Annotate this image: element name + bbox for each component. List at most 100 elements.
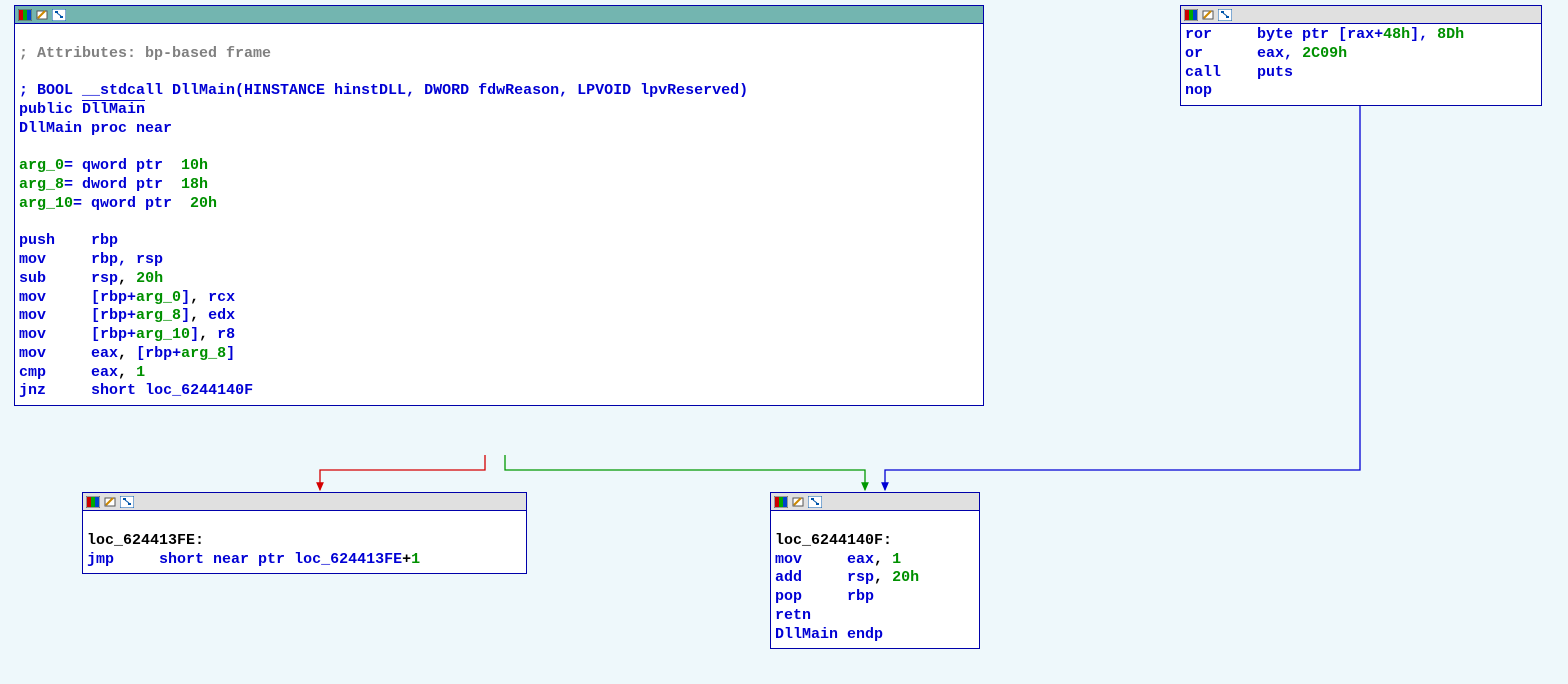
arg10-name: arg_10 xyxy=(19,195,73,212)
arg0-off: 10h xyxy=(181,157,208,174)
block-content[interactable]: ; Attributes: bp-based frame ; BOOL __st… xyxy=(15,24,983,405)
graph-icon xyxy=(808,496,822,508)
op-eax: eax xyxy=(91,345,118,362)
ref-arg0: arg_0 xyxy=(136,289,181,306)
edit-icon xyxy=(1201,9,1215,21)
color-icon xyxy=(18,9,32,21)
ins-mov: mov xyxy=(19,251,46,268)
arg8-name: arg_8 xyxy=(19,176,64,193)
edge-true xyxy=(505,455,865,490)
ins-mov2: mov xyxy=(19,289,46,306)
edit-icon xyxy=(103,496,117,508)
ins-cmp: cmp xyxy=(19,364,46,381)
kw-proc-near: proc near xyxy=(91,120,172,137)
imm-2c09h: 2C09h xyxy=(1302,45,1347,62)
arg10-off: 20h xyxy=(190,195,217,212)
edge-false xyxy=(320,455,485,490)
op-eax: eax xyxy=(847,551,874,568)
ref-arg8: arg_8 xyxy=(136,307,181,324)
op-edx: edx xyxy=(208,307,235,324)
op-rsp: rsp xyxy=(91,270,118,287)
label-loc: loc_6244140F xyxy=(775,532,883,549)
ins-mov5: mov xyxy=(19,345,46,362)
op-r8: r8 xyxy=(217,326,235,343)
block-loc-6244140f[interactable]: loc_6244140F: mov eax, 1 add rsp, 20h po… xyxy=(770,492,980,649)
imm-20h: 20h xyxy=(892,569,919,586)
op-eax2: eax xyxy=(91,364,118,381)
block-content[interactable]: ror byte ptr [rax+48h], 8Dh or eax, 2C09… xyxy=(1181,24,1541,105)
sym-endp: DllMain xyxy=(775,626,838,643)
op-rbp: rbp xyxy=(847,588,874,605)
arg0-name: arg_0 xyxy=(19,157,64,174)
br-r: ], xyxy=(1410,26,1428,43)
label-loc: loc_624413FE xyxy=(87,532,195,549)
ins-call: call xyxy=(1185,64,1221,81)
ins-mov4: mov xyxy=(19,326,46,343)
block-main[interactable]: ; Attributes: bp-based frame ; BOOL __st… xyxy=(14,5,984,406)
ref-loc140f: loc_6244140F xyxy=(145,382,253,399)
block-titlebar[interactable] xyxy=(771,493,979,511)
ins-push: push xyxy=(19,232,55,249)
br-r1: ] xyxy=(181,289,190,306)
arg0-eq: = qword ptr xyxy=(64,157,181,174)
comment-signature: ; BOOL __stdcall DllMain(HINSTANCE hinst… xyxy=(19,82,748,99)
op-rbp-rsp: rbp, rsp xyxy=(91,251,163,268)
ins-ror: ror xyxy=(1185,26,1212,43)
ins-sub: sub xyxy=(19,270,46,287)
off-48h: 48h xyxy=(1383,26,1410,43)
block-titlebar[interactable] xyxy=(1181,6,1541,24)
edit-icon xyxy=(791,496,805,508)
kw-byte-ptr: byte ptr xyxy=(1257,26,1329,43)
op-eax: eax, xyxy=(1257,45,1293,62)
label-colon: : xyxy=(883,532,892,549)
block-titlebar[interactable] xyxy=(15,6,983,24)
block-loc-624413fe[interactable]: loc_624413FE: jmp short near ptr loc_624… xyxy=(82,492,527,574)
imm-8dh: 8Dh xyxy=(1437,26,1464,43)
br-r4: ] xyxy=(226,345,235,362)
op-rbp: rbp xyxy=(91,232,118,249)
sym-dllmain: DllMain xyxy=(82,100,145,118)
ref-target: loc_624413FE xyxy=(294,551,402,568)
block-content[interactable]: loc_6244140F: mov eax, 1 add rsp, 20h po… xyxy=(771,511,979,648)
ins-jmp: jmp xyxy=(87,551,114,568)
color-icon xyxy=(86,496,100,508)
imm-1: 1 xyxy=(136,364,145,381)
block-right[interactable]: ror byte ptr [rax+48h], 8Dh or eax, 2C09… xyxy=(1180,5,1542,106)
ins-mov: mov xyxy=(775,551,802,568)
comment-attributes: ; Attributes: bp-based frame xyxy=(19,45,271,62)
kw-short-near: short near ptr xyxy=(159,551,285,568)
arg8-eq: = dword ptr xyxy=(64,176,181,193)
ref-arg8b: arg_8 xyxy=(181,345,226,362)
block-titlebar[interactable] xyxy=(83,493,526,511)
br-r3: ] xyxy=(190,326,199,343)
label-colon: : xyxy=(195,532,204,549)
ins-add: add xyxy=(775,569,802,586)
plus: + xyxy=(402,551,411,568)
arg8-off: 18h xyxy=(181,176,208,193)
graph-icon xyxy=(120,496,134,508)
imm-1: 1 xyxy=(411,551,420,568)
ins-pop: pop xyxy=(775,588,802,605)
br-l: [rax+ xyxy=(1338,26,1383,43)
ins-mov3: mov xyxy=(19,307,46,324)
color-icon xyxy=(1184,9,1198,21)
kw-public: public xyxy=(19,101,73,118)
ins-or: or xyxy=(1185,45,1203,62)
br-l3: [rbp+ xyxy=(91,326,136,343)
ref-arg10: arg_10 xyxy=(136,326,190,343)
br-l2: [rbp+ xyxy=(91,307,136,324)
sym-proc: DllMain xyxy=(19,120,82,137)
color-icon xyxy=(774,496,788,508)
br-l4: [rbp+ xyxy=(136,345,181,362)
edit-icon xyxy=(35,9,49,21)
kw-short: short xyxy=(91,382,136,399)
ins-nop: nop xyxy=(1185,82,1212,99)
ref-puts: puts xyxy=(1257,64,1293,81)
imm-1: 1 xyxy=(892,551,901,568)
op-rcx: rcx xyxy=(208,289,235,306)
block-content[interactable]: loc_624413FE: jmp short near ptr loc_624… xyxy=(83,511,526,573)
op-rsp: rsp xyxy=(847,569,874,586)
kw-endp: endp xyxy=(847,626,883,643)
br-l1: [rbp+ xyxy=(91,289,136,306)
graph-icon xyxy=(1218,9,1232,21)
